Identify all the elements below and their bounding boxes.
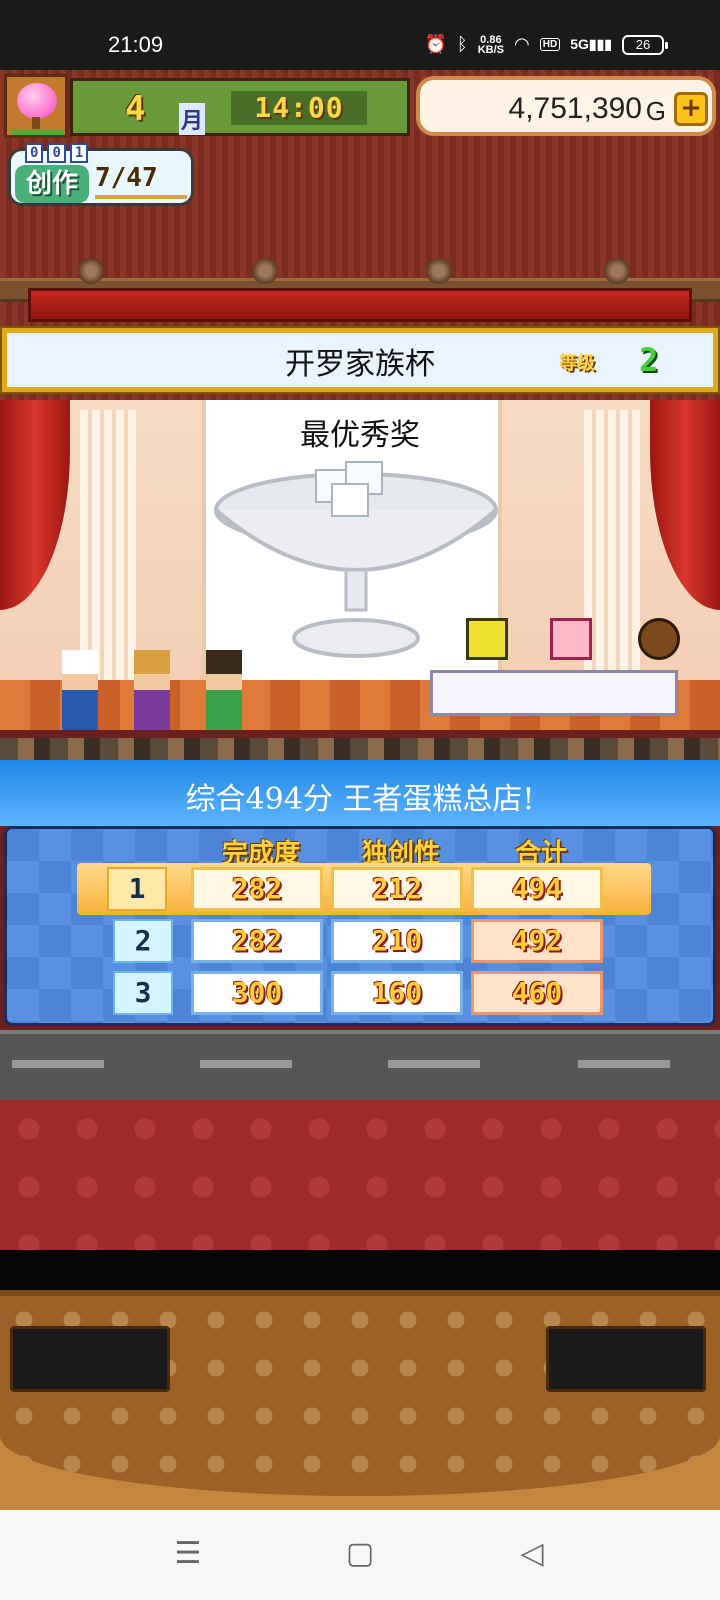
winner-character (206, 650, 242, 730)
rank-cell: 3 (113, 971, 173, 1015)
create-progress-bar (95, 195, 187, 199)
money-amount: 4,751,390 (508, 92, 642, 125)
create-panel[interactable]: 0 0 1 创作 7/47 (8, 143, 194, 206)
status-icons: ⏰ ᛒ 0.86 KB/S ◠ HD 5G▮▮▮ 26 (424, 34, 668, 56)
network-speed-unit: KB/S (477, 43, 505, 56)
battery-indicator: 26 (622, 34, 668, 55)
create-counter: 0 0 1 (25, 143, 89, 163)
chef-character (62, 650, 98, 730)
originality-cell: 212 (331, 867, 463, 911)
system-nav-bar: ☰ ▢ ◁ (0, 1510, 720, 1600)
completion-cell: 282 (191, 867, 323, 911)
create-counter-digit: 0 (47, 143, 66, 163)
result-text: 综合494分 王者蛋糕总店! (185, 782, 535, 817)
judge-lion (638, 618, 680, 660)
panel-slot-right[interactable] (546, 1326, 706, 1392)
tree-ground (11, 129, 63, 135)
runway-line (578, 1060, 670, 1068)
clock-panel: 14:00 (231, 91, 367, 125)
award-hall: 最优秀奖 (0, 400, 720, 730)
completion-cell: 282 (191, 919, 323, 963)
contest-name: 开罗家族杯 (285, 347, 435, 382)
runway (0, 1030, 720, 1100)
money-unit: G (645, 96, 666, 126)
runway-line (388, 1060, 480, 1068)
add-money-button[interactable]: + (674, 92, 708, 126)
red-carpet (0, 1100, 720, 1250)
rank-cell: 2 (113, 919, 173, 963)
total-cell: 494 (471, 867, 603, 911)
stage-lamp (604, 258, 630, 284)
back-icon[interactable]: ◁ (502, 1532, 562, 1576)
alarm-icon: ⏰ (424, 34, 447, 54)
status-bar: 21:09 ⏰ ᛒ 0.86 KB/S ◠ HD 5G▮▮▮ 26 (0, 0, 720, 70)
hd-badge: HD (539, 38, 561, 51)
create-progress: 7/47 (95, 163, 158, 193)
originality-cell: 210 (331, 919, 463, 963)
panel-slot-left[interactable] (10, 1326, 170, 1392)
staff-character (134, 650, 170, 730)
contest-banner: 开罗家族杯 等级 2 (2, 328, 718, 392)
stage-lamp (426, 258, 452, 284)
total-cell: 492 (471, 919, 603, 963)
network-type: 5G (570, 36, 589, 52)
money-panel: 4,751,390 G + (416, 76, 716, 136)
runway-line (12, 1060, 104, 1068)
hud-top: 4 月 14:00 4,751,390 G + (0, 72, 720, 140)
home-icon[interactable]: ▢ (330, 1532, 390, 1576)
game-clock: 14:00 (254, 91, 344, 124)
score-row-3: 3 300 160 460 (77, 967, 651, 1019)
game-screen[interactable]: 4 月 14:00 4,751,390 G + 0 0 1 创作 7/47 开罗… (0, 70, 720, 1510)
judge-pink (550, 618, 592, 660)
signal-5g: 5G▮▮▮ (570, 36, 612, 52)
divider-bar (0, 1250, 720, 1290)
originality-cell: 160 (331, 971, 463, 1015)
create-counter-digit: 1 (69, 143, 89, 163)
grade-value: 2 (639, 341, 659, 379)
runway-line (200, 1060, 292, 1068)
completion-cell: 300 (191, 971, 323, 1015)
judge-yellow (466, 618, 508, 660)
total-cell: 460 (471, 971, 603, 1015)
status-time: 21:09 (108, 32, 164, 57)
bluetooth-icon: ᛒ (456, 34, 468, 54)
cherry-tree-icon (17, 83, 57, 119)
bottom-panel (0, 1290, 720, 1510)
create-counter-digit: 0 (25, 143, 44, 163)
judges-table (430, 670, 678, 716)
month-unit: 月 (179, 103, 206, 135)
curtain-valance (28, 288, 692, 322)
rank-cell: 1 (107, 867, 167, 911)
wifi-icon: ◠ (514, 34, 530, 54)
date-panel: 4 月 14:00 (70, 78, 410, 136)
result-banner: 综合494分 王者蛋糕总店! (0, 760, 720, 826)
stage-lamp (252, 258, 278, 284)
stage-lamp (78, 258, 104, 284)
menu-icon[interactable]: ☰ (158, 1532, 218, 1576)
season-indicator[interactable] (4, 74, 68, 138)
score-row-2: 2 282 210 492 (77, 915, 651, 967)
audience-crowd (0, 738, 720, 760)
award-title: 最优秀奖 (300, 418, 420, 453)
scoreboard: 完成度 独创性 合计 1 282 212 494 2 282 210 492 3… (4, 826, 716, 1026)
score-row-1: 1 282 212 494 (77, 863, 651, 915)
month-number: 4 (125, 89, 146, 129)
network-speed: 0.86 KB/S (477, 34, 505, 56)
grade-label: 等级 (559, 353, 595, 374)
create-label: 创作 (15, 165, 89, 203)
